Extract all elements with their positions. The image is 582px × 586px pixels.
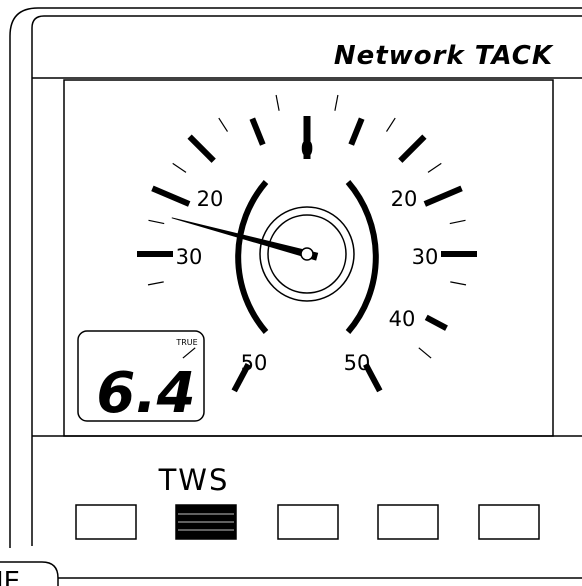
major-tick [151, 185, 191, 207]
minor-tick [418, 347, 432, 359]
major-tick [249, 117, 266, 146]
title: Network TACK [334, 41, 554, 71]
minor-tick [275, 94, 280, 111]
speed-value: 6.4 [96, 361, 195, 426]
scale-label-left-50: 50 [241, 351, 268, 375]
button-5[interactable] [478, 504, 540, 540]
partial-label: IE [0, 567, 20, 586]
major-tick [398, 134, 427, 163]
scale-label-right-50: 50 [344, 351, 371, 375]
minor-tick [172, 162, 187, 173]
instrument-diagram: Network TACK 0 20 30 50 20 30 40 50 TRUE… [0, 7, 582, 586]
minor-tick [449, 219, 466, 225]
hub-center [300, 247, 314, 261]
major-tick [348, 117, 365, 146]
minor-tick [147, 281, 164, 286]
scale-label-right-30: 30 [412, 245, 439, 269]
button-3[interactable] [277, 504, 339, 540]
minor-tick [427, 162, 442, 173]
button-4[interactable] [377, 504, 439, 540]
scale-label-0: 0 [300, 137, 313, 161]
mode-label: TWS [158, 463, 230, 497]
minor-tick [385, 117, 396, 132]
major-tick [423, 185, 463, 207]
major-tick [187, 134, 216, 163]
minor-tick [148, 219, 165, 225]
button-1[interactable] [75, 504, 137, 540]
scale-label-left-20: 20 [197, 187, 224, 211]
true-label: TRUE [175, 338, 197, 347]
major-tick [424, 314, 448, 331]
button-row [75, 504, 540, 540]
inner-housing [31, 15, 582, 546]
left-arc [235, 180, 269, 334]
scale-label-right-40: 40 [389, 307, 416, 331]
scale-label-right-20: 20 [391, 187, 418, 211]
minor-tick [450, 281, 467, 286]
minor-tick [334, 94, 339, 111]
minor-tick [218, 117, 229, 132]
minor-tick [182, 347, 196, 359]
outer-housing [9, 7, 582, 548]
scale-label-left-30: 30 [176, 245, 203, 269]
right-arc [345, 180, 379, 334]
